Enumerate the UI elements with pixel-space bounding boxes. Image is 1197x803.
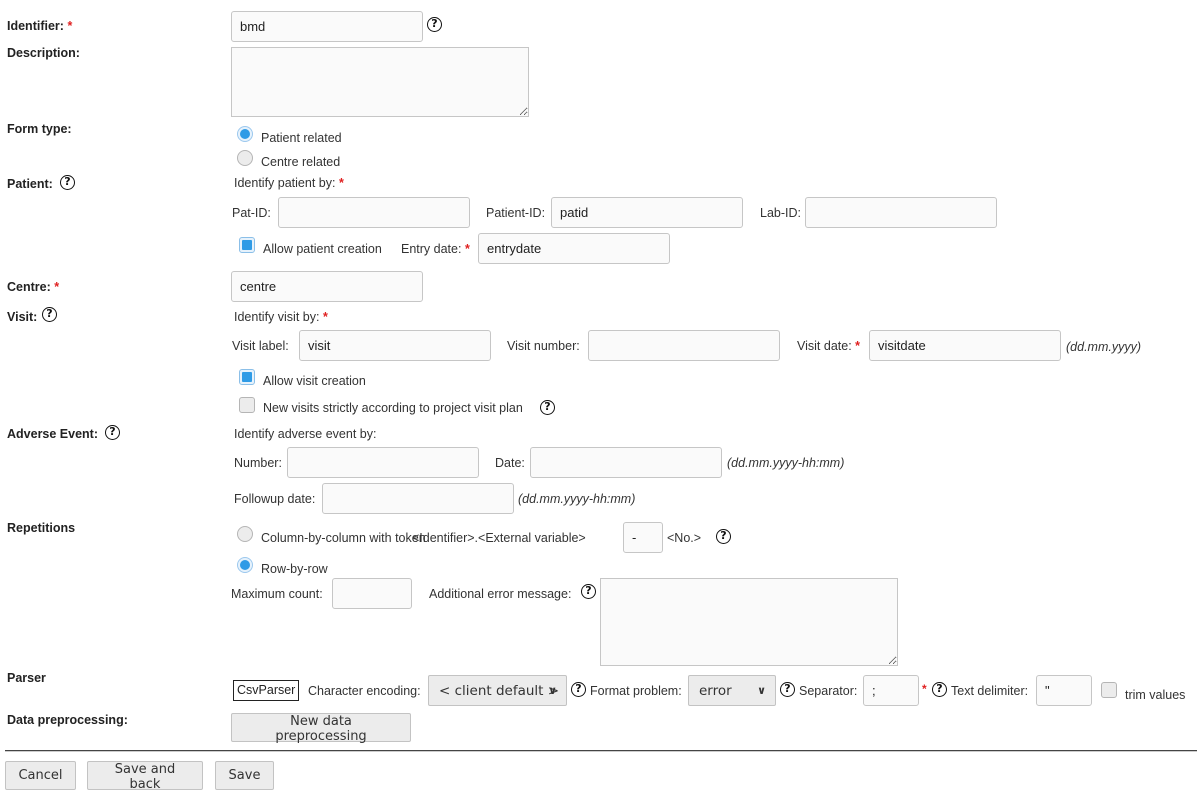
visit-date-format-hint: (dd.mm.yyyy): [1066, 340, 1141, 354]
trim-values-checkbox[interactable]: [1101, 682, 1117, 698]
patient-help-icon[interactable]: ?: [60, 175, 75, 190]
adverse-event-help-icon[interactable]: ?: [105, 425, 120, 440]
additional-error-message-textarea[interactable]: [600, 578, 898, 666]
form-type-patient-radio[interactable]: [237, 126, 253, 142]
additional-error-message-label: Additional error message:: [429, 587, 572, 601]
separator-input[interactable]: [863, 675, 919, 706]
format-problem-help-icon[interactable]: ?: [780, 682, 795, 697]
chevron-down-icon: ∨: [757, 684, 766, 697]
adverse-event-label: Adverse Event:: [7, 427, 99, 441]
separator-help-icon[interactable]: ?: [932, 682, 947, 697]
separator-label: Separator:: [799, 684, 858, 698]
repetitions-help-icon[interactable]: ?: [716, 529, 731, 544]
strict-visit-plan-label: New visits strictly according to project…: [263, 401, 523, 415]
lab-id-label: Lab-ID:: [760, 206, 801, 220]
strict-visit-plan-help-icon[interactable]: ?: [540, 400, 555, 415]
new-data-preprocessing-button[interactable]: New data preprocessing: [231, 713, 411, 744]
token-prefix-label: <Identifier>.<External variable>: [412, 531, 586, 545]
format-problem-value: error: [699, 682, 732, 699]
text-delimiter-input[interactable]: [1036, 675, 1092, 706]
lab-id-input[interactable]: [805, 197, 997, 228]
visit-number-input[interactable]: [588, 330, 780, 361]
character-encoding-label: Character encoding:: [308, 684, 421, 698]
identify-adverse-event-by-label: Identify adverse event by:: [234, 427, 377, 441]
ae-date-label: Date:: [495, 456, 525, 470]
visit-label: Visit:: [7, 310, 38, 324]
trim-values-label: trim values: [1125, 688, 1186, 702]
row-by-row-label: Row-by-row: [261, 562, 328, 576]
cancel-button[interactable]: Cancel: [5, 761, 76, 790]
ae-number-label: Number:: [234, 456, 282, 470]
identifier-help-icon[interactable]: ?: [427, 17, 442, 32]
text-delimiter-label: Text delimiter:: [951, 684, 1029, 698]
allow-patient-creation-label: Allow patient creation: [263, 242, 382, 256]
patient-label: Patient:: [7, 177, 53, 191]
maximum-count-label: Maximum count:: [231, 587, 323, 601]
identifier-label: Identifier: *: [7, 19, 73, 33]
visit-label-label: Visit label:: [232, 339, 289, 353]
ae-number-input[interactable]: [287, 447, 479, 478]
visit-number-label: Visit number:: [507, 339, 580, 353]
parser-label: Parser: [7, 671, 46, 685]
save-and-back-button[interactable]: Save and back: [87, 761, 203, 792]
form-type-label: Form type:: [7, 122, 72, 136]
pat-id-label: Pat-ID:: [232, 206, 271, 220]
column-by-column-radio[interactable]: [237, 526, 253, 542]
visit-date-input[interactable]: [869, 330, 1061, 361]
chevron-down-icon: ∨: [548, 684, 557, 697]
allow-visit-creation-checkbox[interactable]: [239, 369, 255, 385]
identifier-input[interactable]: [231, 11, 423, 42]
strict-visit-plan-checkbox[interactable]: [239, 397, 255, 413]
format-problem-select[interactable]: error ∨: [688, 675, 776, 706]
ae-date-input[interactable]: [530, 447, 722, 478]
followup-date-input[interactable]: [322, 483, 514, 514]
allow-visit-creation-label: Allow visit creation: [263, 374, 366, 388]
followup-date-format-hint: (dd.mm.yyyy-hh:mm): [518, 492, 636, 506]
description-label: Description:: [7, 46, 80, 60]
entry-date-label: Entry date: *: [401, 242, 470, 256]
additional-error-help-icon[interactable]: ?: [581, 584, 596, 599]
form-type-patient-label: Patient related: [261, 131, 342, 145]
centre-label: Centre: *: [7, 280, 60, 294]
form-type-centre-label: Centre related: [261, 155, 341, 169]
patient-id-input[interactable]: [551, 197, 743, 228]
visit-help-icon[interactable]: ?: [42, 307, 57, 322]
format-problem-label: Format problem:: [590, 684, 682, 698]
pat-id-input[interactable]: [278, 197, 470, 228]
identify-patient-by-label: Identify patient by: *: [234, 176, 344, 190]
token-separator-input[interactable]: [623, 522, 663, 553]
footer-divider: [5, 750, 1197, 752]
parser-name: CsvParser: [233, 680, 300, 701]
encoding-help-icon[interactable]: ?: [571, 682, 586, 697]
identify-visit-by-label: Identify visit by: *: [234, 310, 328, 324]
allow-patient-creation-checkbox[interactable]: [239, 237, 255, 253]
ae-date-format-hint: (dd.mm.yyyy-hh:mm): [727, 456, 845, 470]
data-preprocessing-label: Data preprocessing:: [7, 713, 128, 727]
description-textarea[interactable]: [231, 47, 529, 117]
row-by-row-radio[interactable]: [237, 557, 253, 573]
character-encoding-select[interactable]: < client default > ∨: [428, 675, 567, 706]
form-type-centre-radio[interactable]: [237, 150, 253, 166]
followup-date-label: Followup date:: [234, 492, 316, 506]
visit-label-input[interactable]: [299, 330, 491, 361]
centre-input[interactable]: [231, 271, 423, 302]
patient-id-label: Patient-ID:: [486, 206, 546, 220]
separator-required-marker: *: [922, 682, 927, 696]
character-encoding-value: < client default >: [439, 682, 560, 699]
required-marker: *: [67, 19, 73, 33]
repetitions-label: Repetitions: [7, 521, 76, 535]
save-button[interactable]: Save: [215, 761, 274, 790]
visit-date-label: Visit date: *: [797, 339, 861, 353]
maximum-count-input[interactable]: [332, 578, 412, 609]
entry-date-input[interactable]: [478, 233, 670, 264]
column-by-column-label: Column-by-column with token: [261, 531, 426, 545]
token-suffix-label: <No.>: [667, 531, 702, 545]
